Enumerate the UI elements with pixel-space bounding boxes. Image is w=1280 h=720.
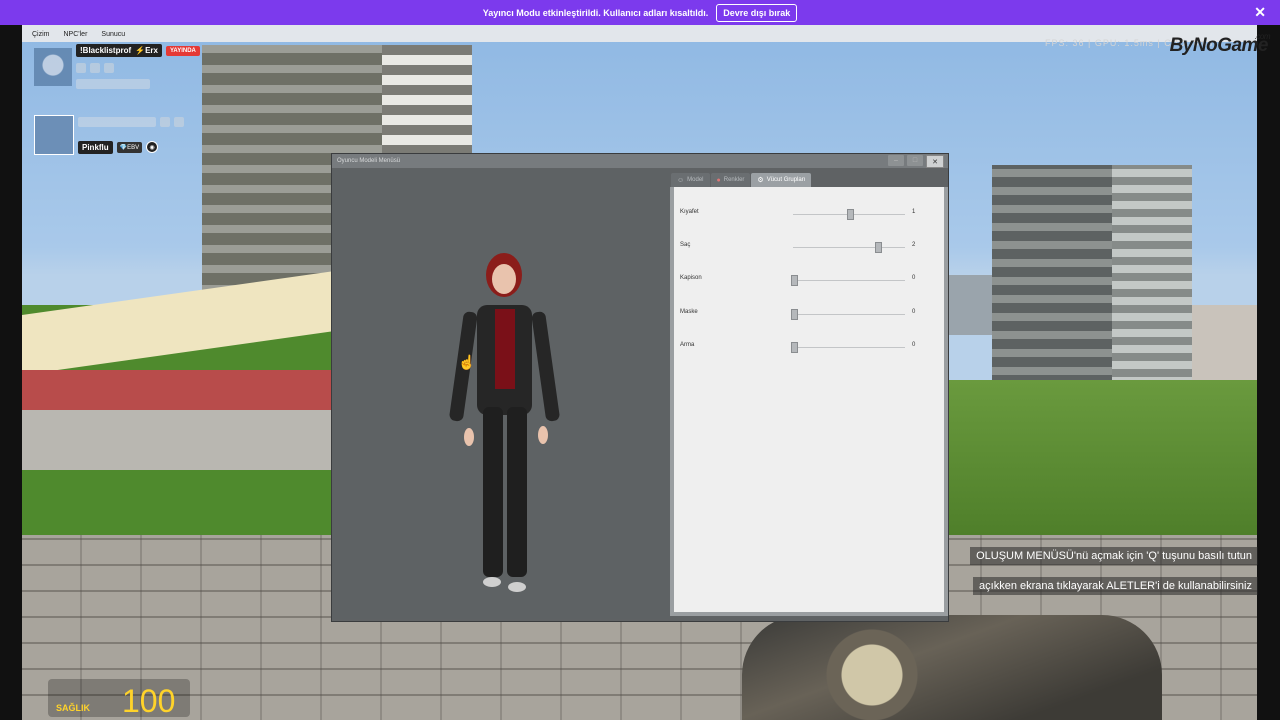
bodygroup-hood: Kapison 0 [680,273,930,287]
slider-track[interactable] [793,247,905,248]
health-label: SAĞLIK [56,703,91,713]
bodygroup-mask: Maske 0 [680,307,930,321]
bodygroup-label: Kapison [680,275,702,281]
speaker-icon: ◉ [146,141,159,153]
blurred-text [78,116,156,127]
maximize-icon[interactable]: □ [907,155,923,166]
voice-name-tag: Pinkflu [78,140,113,154]
status-icon [160,116,170,127]
building-tower-right [992,165,1192,385]
voice-name-tag: !Blacklistprof ⚡Erx [76,44,162,57]
bodygroup-emblem: Arma 0 [680,340,930,354]
game-menu: Çizim NPC'ler Sunucu [32,31,125,38]
avatar [34,47,72,86]
mouse-cursor-icon: ☝ [458,354,476,370]
player-model-window[interactable]: Oyuncu Modeli Menüsü – □ ✕ ☺ Model ● Ren… [331,153,949,622]
health-value: 100 [122,683,176,719]
wall-grey [22,410,332,470]
model-preview[interactable] [332,169,670,619]
minimize-icon[interactable]: – [888,155,904,166]
window-titlebar[interactable]: Oyuncu Modeli Menüsü [332,154,948,168]
ebv-badge: 💎EBV [116,141,143,153]
hint-spawn-menu: OLUŞUM MENÜSÜ'nü açmak için 'Q' tuşunu b… [970,547,1258,565]
player-model [449,253,560,592]
hint-tools: açıkken ekrana tıklayarak ALETLER'i de k… [973,577,1258,595]
slider-knob[interactable] [847,209,854,220]
grass-hill-right [947,380,1257,535]
bodygroup-label: Kıyafet [680,209,699,215]
slider-knob[interactable] [875,242,882,253]
bodygroup-hair: Saç 2 [680,240,930,254]
person-icon: ☺ [677,176,685,184]
bynogame-logo: ByNoGame .com [1169,32,1271,56]
slider-knob[interactable] [791,275,798,286]
disable-streamer-mode-button[interactable]: Devre dışı bırak [716,3,798,22]
wall-red [22,370,332,410]
slider-knob[interactable] [791,342,798,353]
gear-icon: ⚙ [757,177,764,184]
voice-user-2: Pinkflu 💎EBV ◉ [34,115,184,155]
tab-bodygroups[interactable]: ⚙ Vücut Grupları [751,173,812,187]
slider-track[interactable] [793,280,905,281]
tab-colors[interactable]: ● Renkler [710,173,751,187]
slider-knob[interactable] [791,309,798,320]
slider-track[interactable] [793,314,905,315]
bodygroup-label: Arma [680,342,695,348]
palette-icon: ● [716,176,721,184]
status-icon [90,63,100,73]
building-far-right [1192,305,1257,385]
blurred-text [76,79,150,89]
physgun-weapon [742,615,1162,720]
tab-model[interactable]: ☺ Model [671,173,710,187]
banner-message: Yayıncı Modu etkinleştirildi. Kullanıcı … [482,7,709,18]
close-icon[interactable]: ✕ [926,155,944,168]
live-badge: YAYINDA [165,45,200,56]
menu-server[interactable]: Sunucu [101,31,125,38]
bodygroup-value: 1 [912,209,916,215]
status-icon [104,63,114,73]
status-icon [174,116,184,127]
health-hud: SAĞLIK 100 [48,679,190,719]
bodygroup-value: 0 [912,342,916,348]
status-icon [76,63,86,73]
bodygroups-panel: Kıyafet 1 Saç 2 Kapison 0 Maske 0 Arma 0 [670,187,948,616]
menu-npcs[interactable]: NPC'ler [64,31,88,38]
slider-track[interactable] [793,347,905,348]
building-small [947,275,992,335]
window-tabs: ☺ Model ● Renkler ⚙ Vücut Grupları [671,173,812,187]
bodygroup-outfit: Kıyafet 1 [680,207,930,221]
bodygroup-value: 0 [912,275,916,281]
menu-drawing[interactable]: Çizim [32,31,50,38]
avatar [34,115,74,155]
bodygroup-label: Maske [680,309,698,315]
window-title: Oyuncu Modeli Menüsü [337,158,401,164]
bodygroup-value: 0 [912,309,916,315]
bodygroup-label: Saç [680,242,691,248]
bodygroup-value: 2 [912,242,916,248]
streamer-mode-banner: Yayıncı Modu etkinleştirildi. Kullanıcı … [0,0,1280,25]
voice-user-1: !Blacklistprof ⚡Erx YAYINDA [34,44,200,89]
close-icon[interactable]: ✕ [1254,4,1266,21]
